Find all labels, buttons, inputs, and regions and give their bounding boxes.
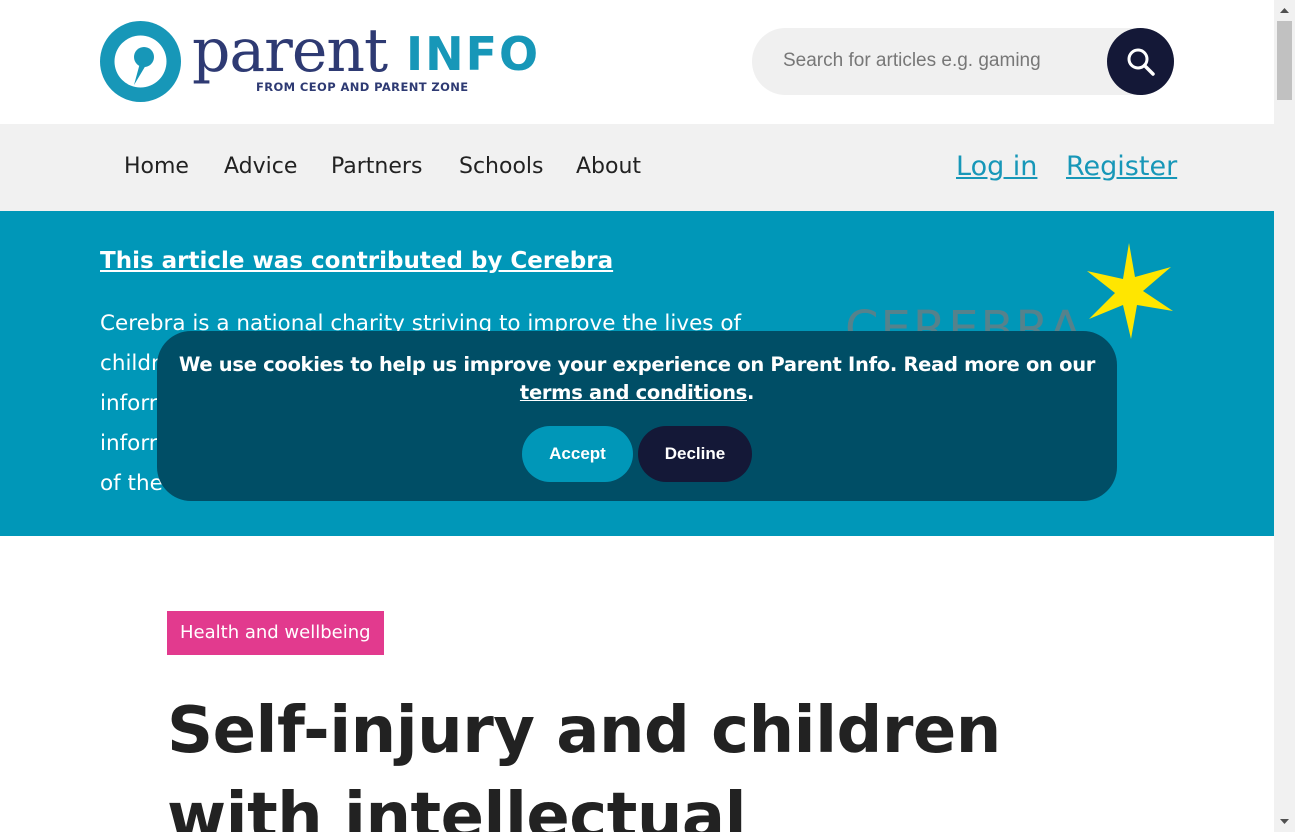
decline-button[interactable]: Decline xyxy=(638,426,752,482)
nav-item-home[interactable]: Home xyxy=(124,154,189,179)
article-title: Self-injury and children with intellectu… xyxy=(167,694,1001,832)
cookie-banner: We use cookies to help us improve your e… xyxy=(157,331,1117,501)
parent-info-logo[interactable]: parent INFO FROM CEOP AND PARENT ZONE xyxy=(100,16,541,103)
main-nav: Home Advice Partners Schools About Log i… xyxy=(0,124,1274,211)
nav-item-schools[interactable]: Schools xyxy=(459,154,544,179)
cookie-text-end: . xyxy=(746,381,755,404)
search-icon xyxy=(1127,48,1155,76)
nav-item-about[interactable]: About xyxy=(576,154,641,179)
cookie-text: We use cookies to help us improve your e… xyxy=(178,353,1096,376)
scroll-down-icon[interactable] xyxy=(1274,811,1295,832)
site-header: parent INFO FROM CEOP AND PARENT ZONE xyxy=(0,0,1274,124)
logo-word: parent xyxy=(192,16,388,86)
scroll-up-icon[interactable] xyxy=(1274,0,1295,21)
contributor-link[interactable]: This article was contributed by Cerebra xyxy=(100,248,613,274)
star-icon xyxy=(1087,243,1173,339)
login-link[interactable]: Log in xyxy=(956,151,1037,182)
scrollbar[interactable] xyxy=(1274,0,1295,832)
nav-item-partners[interactable]: Partners xyxy=(331,154,422,179)
parent-info-logo-icon xyxy=(100,21,181,102)
cookie-message: We use cookies to help us improve your e… xyxy=(177,351,1097,407)
logo-tagline: FROM CEOP AND PARENT ZONE xyxy=(256,80,469,94)
search-input[interactable] xyxy=(783,46,1103,76)
register-link[interactable]: Register xyxy=(1066,151,1177,182)
logo-info: INFO xyxy=(406,27,541,81)
scroll-thumb[interactable] xyxy=(1277,21,1292,100)
search-button[interactable] xyxy=(1107,28,1174,95)
terms-link[interactable]: terms and conditions xyxy=(520,381,747,404)
search-bar xyxy=(752,28,1174,95)
category-tag[interactable]: Health and wellbeing xyxy=(167,611,384,655)
accept-button[interactable]: Accept xyxy=(522,426,633,482)
nav-item-advice[interactable]: Advice xyxy=(224,154,297,179)
